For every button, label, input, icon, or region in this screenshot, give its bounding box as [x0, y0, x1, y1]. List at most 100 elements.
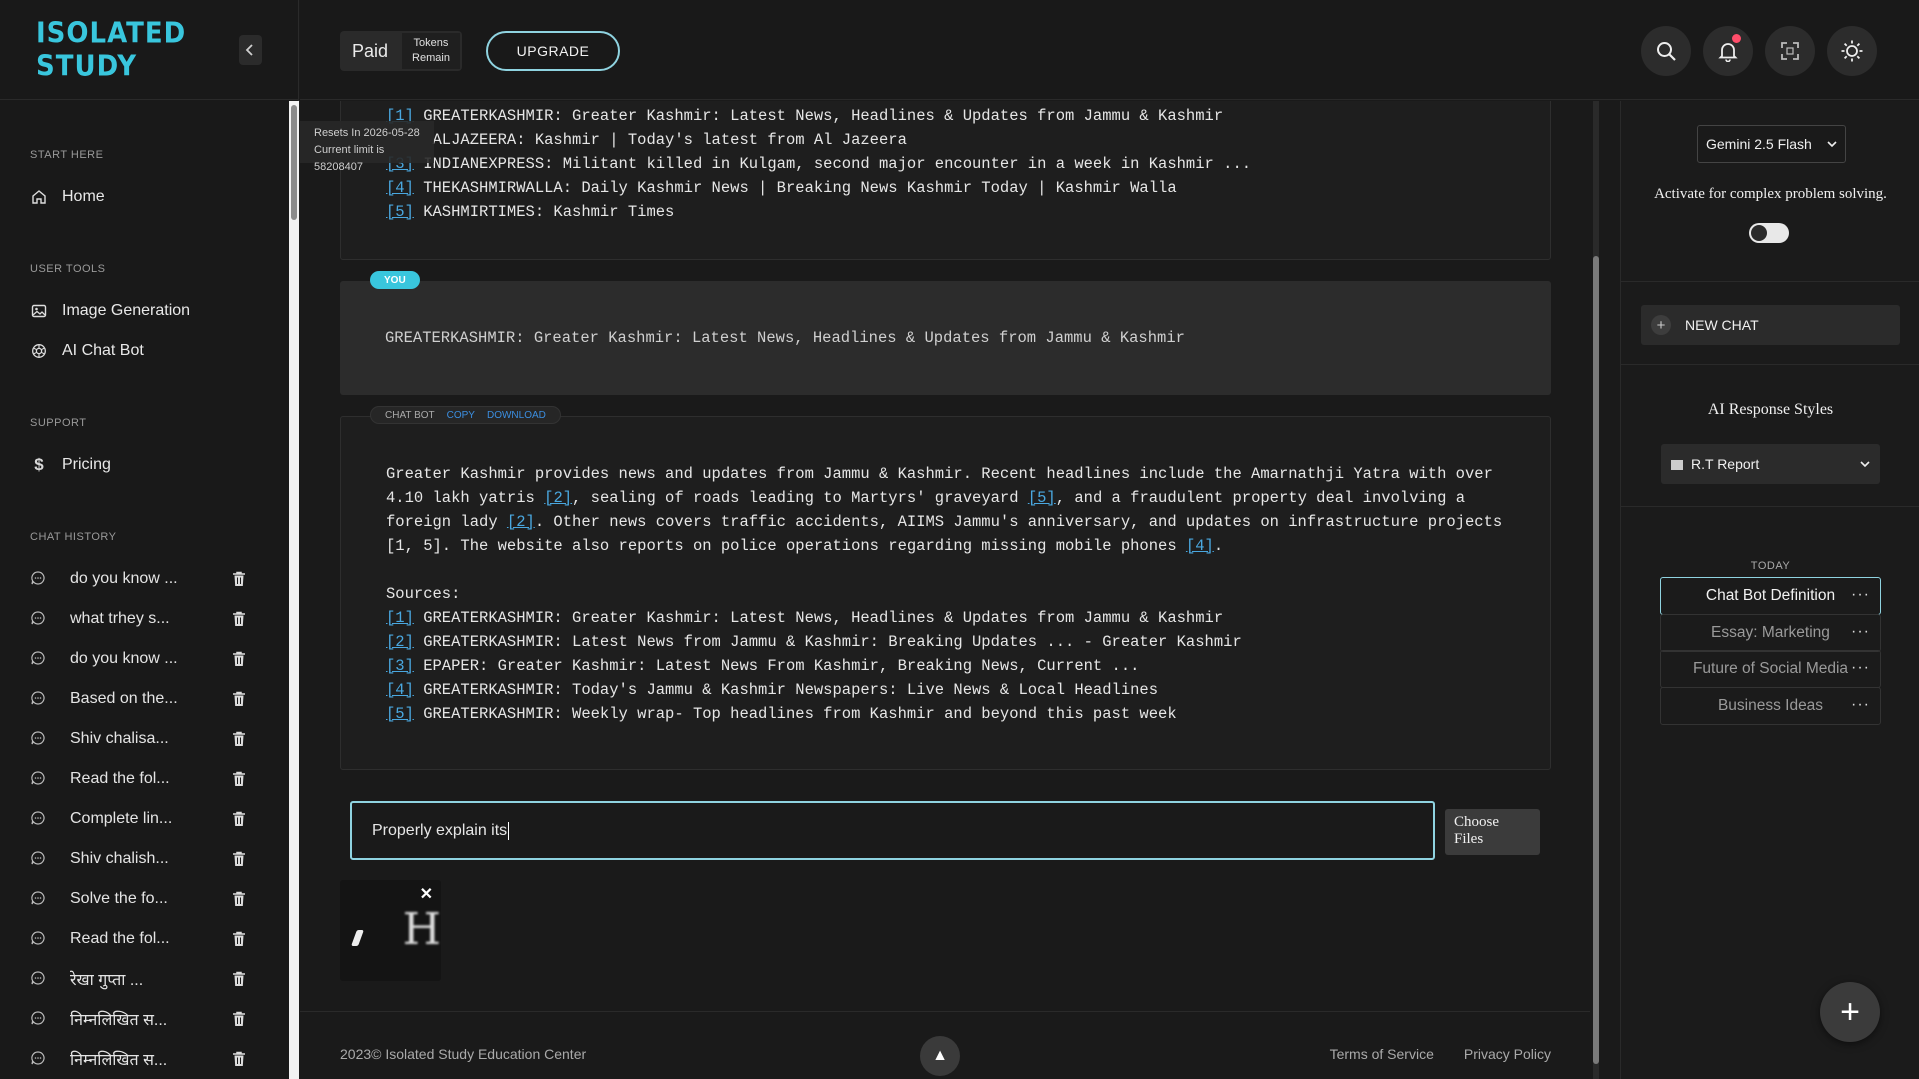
chat-history-item[interactable]: निम्नलिखित स...	[0, 1039, 288, 1079]
app-root: ISOLATED STUDY START HERE Home USER TOOL…	[0, 0, 1919, 1079]
trash-icon[interactable]	[232, 611, 248, 627]
dollar-icon: $	[34, 455, 44, 474]
chat-history-label: Shiv chalish...	[70, 850, 169, 867]
chat-history-item[interactable]: do you know ...	[0, 559, 288, 599]
chat-history-item[interactable]: do you know ...	[0, 639, 288, 679]
trash-icon[interactable]	[232, 971, 248, 987]
tokens-line2: Remain	[412, 52, 450, 64]
conversation-item[interactable]: Essay: Marketing ···	[1660, 614, 1881, 652]
conversation-item[interactable]: Chat Bot Definition ···	[1660, 577, 1881, 615]
sidebar-scrollbar-thumb[interactable]	[291, 105, 297, 220]
dots-icon[interactable]: ···	[1851, 586, 1870, 604]
trash-icon[interactable]	[232, 1051, 248, 1067]
current-limit: Current limit is 58208407	[314, 144, 385, 173]
chat-history-item[interactable]: Shiv chalish...	[0, 839, 288, 879]
copy-button[interactable]: COPY	[447, 410, 475, 421]
privacy-link[interactable]: Privacy Policy	[1464, 1046, 1551, 1062]
source-line: [3] EPAPER: Greater Kashmir: Latest News…	[386, 654, 1505, 678]
chat-history-item[interactable]: निम्नलिखित स...	[0, 999, 288, 1039]
tokens-line1: Tokens	[413, 37, 449, 49]
source-line: [2] GREATERKASHMIR: Latest News from Jam…	[386, 630, 1505, 654]
notification-dot	[1732, 34, 1741, 43]
chat-history-item[interactable]: what trhey s...	[0, 599, 288, 639]
search-button[interactable]	[1641, 26, 1691, 76]
model-select-value: Gemini 2.5 Flash	[1706, 136, 1812, 152]
scroll-to-top-button[interactable]: ▲	[920, 1036, 960, 1076]
citation-link[interactable]: [4]	[386, 179, 414, 197]
trash-icon[interactable]	[232, 931, 248, 947]
conversation-title: Business Ideas	[1717, 697, 1824, 714]
download-button[interactable]: DOWNLOAD	[487, 410, 546, 421]
citation-link[interactable]: [2]	[507, 513, 535, 531]
dots-icon[interactable]: ···	[1851, 623, 1870, 641]
citation-link[interactable]: [1]	[386, 609, 414, 627]
citation-link[interactable]: [3]	[386, 657, 414, 675]
chat-history-item[interactable]: Solve the fo...	[0, 879, 288, 919]
citation-link[interactable]: [4]	[386, 681, 414, 699]
response-style-select[interactable]: R.T Report	[1661, 444, 1880, 484]
conversation-item[interactable]: Business Ideas ···	[1660, 687, 1881, 725]
bot-message-toolbar: CHAT BOT COPY DOWNLOAD	[370, 406, 561, 424]
notifications-button[interactable]	[1703, 26, 1753, 76]
chat-history-item[interactable]: Shiv chalisa...	[0, 719, 288, 759]
new-chat-button[interactable]: + NEW CHAT	[1641, 305, 1900, 345]
brand-logo[interactable]: ISOLATED STUDY	[36, 17, 239, 83]
citation-link[interactable]: [4]	[1186, 537, 1214, 555]
chevron-down-icon	[1860, 461, 1870, 468]
trash-icon[interactable]	[232, 1011, 248, 1027]
conversation-item[interactable]: Future of Social Media ···	[1660, 650, 1881, 688]
dots-icon[interactable]: ···	[1851, 659, 1870, 677]
arrow-up-icon: ▲	[932, 1047, 948, 1064]
theme-toggle-button[interactable]	[1827, 26, 1877, 76]
chat-history-list: do you know ... what trhey s... do you kno…	[0, 559, 288, 1079]
upgrade-button[interactable]: UPGRADE	[486, 31, 620, 71]
trash-icon[interactable]	[232, 571, 248, 587]
close-icon[interactable]: ✕	[420, 884, 433, 904]
citation-link[interactable]: [5]	[386, 203, 414, 221]
sidebar-scrollbar[interactable]	[289, 101, 299, 1079]
chat-history-item[interactable]: Read the fol...	[0, 919, 288, 959]
choose-files-button[interactable]: Choose Files	[1445, 809, 1540, 855]
chat-history-item[interactable]: रेखा गुप्ता ...	[0, 959, 288, 999]
source-text: GREATERKASHMIR: Latest News from Jammu &…	[413, 633, 1242, 651]
source-line: [4] THEKASHMIRWALLA: Daily Kashmir News …	[386, 176, 1505, 200]
tokens-remain[interactable]: Tokens Remain	[402, 33, 460, 69]
source-text: GREATERKASHMIR: Weekly wrap- Top headlin…	[413, 705, 1177, 723]
chat-history-item[interactable]: Based on the...	[0, 679, 288, 719]
chat-bubble-icon	[30, 930, 48, 948]
trash-icon[interactable]	[232, 691, 248, 707]
collapse-sidebar-button[interactable]	[238, 34, 262, 65]
chat-history-item[interactable]: Read the fol...	[0, 759, 288, 799]
complex-solving-toggle[interactable]	[1749, 223, 1789, 243]
dots-icon[interactable]: ···	[1851, 696, 1870, 714]
message-input[interactable]: Properly explain its	[350, 801, 1435, 860]
source-text: GREATERKASHMIR: Greater Kashmir: Latest …	[413, 107, 1224, 125]
nav-home[interactable]: Home	[0, 177, 288, 217]
bell-icon	[1718, 43, 1738, 62]
model-select[interactable]: Gemini 2.5 Flash	[1697, 125, 1846, 163]
response-styles-title: AI Response Styles	[1707, 401, 1834, 418]
chat-history-item[interactable]: Complete lin...	[0, 799, 288, 839]
fullscreen-button[interactable]	[1765, 26, 1815, 76]
floating-add-button[interactable]: +	[1820, 982, 1880, 1042]
source-text: GREATERKASHMIR: Today's Jammu & Kashmir …	[413, 681, 1159, 699]
citation-link[interactable]: [5]	[1028, 489, 1056, 507]
terms-link[interactable]: Terms of Service	[1330, 1046, 1434, 1062]
citation-link[interactable]: [2]	[544, 489, 572, 507]
chevron-left-icon	[246, 43, 253, 56]
trash-icon[interactable]	[232, 851, 248, 867]
citation-link[interactable]: [5]	[386, 705, 414, 723]
trash-icon[interactable]	[232, 811, 248, 827]
main-scrollbar[interactable]	[1590, 101, 1602, 1079]
trash-icon[interactable]	[232, 651, 248, 667]
trash-icon[interactable]	[232, 731, 248, 747]
section-title-start: START HERE	[30, 149, 104, 161]
chat-history-label: Read the fol...	[70, 770, 170, 787]
nav-pricing[interactable]: $ Pricing	[0, 445, 288, 485]
citation-link[interactable]: [2]	[386, 633, 414, 651]
nav-image-generation[interactable]: Image Generation	[0, 291, 288, 331]
nav-ai-chat-bot[interactable]: AI Chat Bot	[0, 331, 288, 371]
main-scrollbar-thumb[interactable]	[1593, 256, 1599, 1064]
trash-icon[interactable]	[232, 891, 248, 907]
trash-icon[interactable]	[232, 771, 248, 787]
